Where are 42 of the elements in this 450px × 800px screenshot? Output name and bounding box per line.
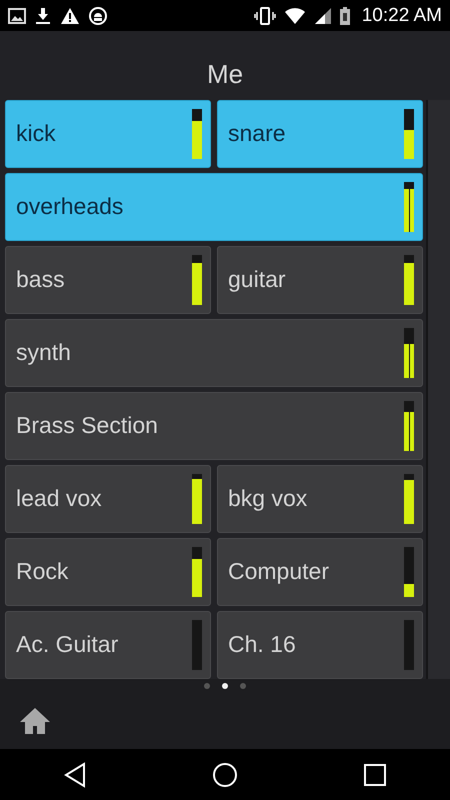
channel-tile[interactable]: bkg vox — [217, 464, 423, 533]
channel-tile[interactable]: Rock — [5, 538, 211, 606]
channel-name: kick — [16, 120, 56, 148]
vibrate-icon — [254, 6, 276, 25]
page-dot[interactable] — [204, 682, 210, 689]
back-button[interactable] — [62, 762, 87, 788]
channel-tile[interactable]: kick — [5, 100, 211, 168]
channel-name: guitar — [228, 266, 286, 294]
channel-name: snare — [228, 120, 286, 148]
channel-tile[interactable]: bass — [5, 246, 211, 314]
battery-icon — [340, 6, 350, 25]
channel-tile[interactable]: Computer — [217, 538, 423, 606]
download-icon — [34, 6, 52, 25]
mix-title: Me — [206, 58, 244, 90]
channel-tile[interactable]: lead vox — [5, 464, 211, 533]
channel-name: synth — [16, 339, 71, 366]
channel-tile[interactable]: Ch. 16 — [217, 610, 423, 679]
warning-icon — [60, 6, 80, 25]
channel-name: overheads — [16, 193, 124, 220]
home-button[interactable] — [18, 706, 52, 736]
channel-tile[interactable]: Brass Section — [5, 392, 423, 460]
recents-button[interactable] — [363, 762, 388, 787]
channel-name: Ac. Guitar — [16, 631, 118, 658]
page-dot[interactable] — [222, 682, 228, 689]
channel-name: lead vox — [16, 485, 102, 512]
channel-name: Brass Section — [16, 412, 158, 440]
channel-tile[interactable]: snare — [217, 100, 423, 168]
page-dot[interactable] — [240, 682, 246, 689]
channel-tile[interactable]: synth — [5, 318, 423, 387]
channel-tile[interactable]: Ac. Guitar — [5, 610, 211, 679]
status-time: 10:22 AM — [362, 4, 442, 27]
channel-name: bkg vox — [228, 485, 308, 512]
image-icon — [8, 8, 26, 24]
home-nav-button[interactable] — [212, 762, 238, 788]
channel-name: Computer — [228, 558, 329, 586]
channel-tile[interactable]: guitar — [217, 246, 423, 314]
channel-name: bass — [16, 266, 65, 294]
signal-icon — [314, 6, 332, 25]
channel-tile[interactable]: overheads — [5, 172, 423, 241]
channel-name: Ch. 16 — [228, 631, 296, 658]
channel-name: Rock — [16, 558, 68, 586]
wifi-icon — [284, 6, 306, 25]
